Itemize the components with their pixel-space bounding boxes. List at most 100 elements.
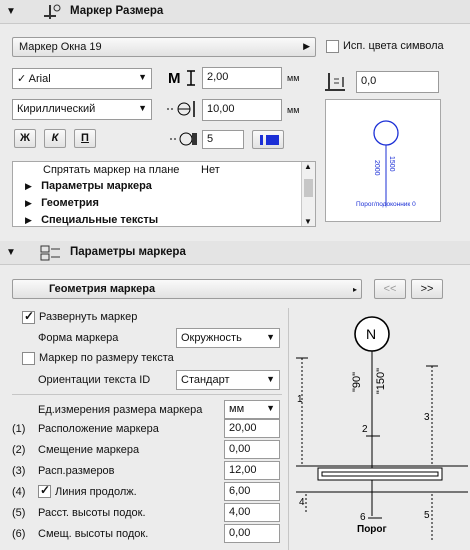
row-label: Линия продолж. <box>55 486 137 498</box>
dim-label: 5 <box>424 510 430 521</box>
leading-unit: мм <box>287 105 300 115</box>
leading-input[interactable]: 10,00 <box>202 99 282 121</box>
bold-button[interactable]: Ж <box>14 129 36 148</box>
row-label: Расп.размеров <box>38 465 115 477</box>
row-input[interactable]: 6,00 <box>224 482 280 501</box>
row-number: (6) <box>12 528 26 540</box>
row-label: Смещ. высоты подок. <box>38 528 149 540</box>
divider <box>12 394 282 395</box>
marker-params-icon <box>40 245 60 261</box>
expand-triangle-icon[interactable]: ▶ <box>25 181 32 191</box>
row-label: Расположение маркера <box>38 423 159 435</box>
extension-line-checkbox[interactable] <box>38 483 51 498</box>
use-symbol-colors-label: Исп. цвета символа <box>343 40 444 52</box>
pen-color-swatch <box>266 135 279 145</box>
chevron-down-icon: ▼ <box>138 72 147 82</box>
marker-preview: 2000 1500 Порог/подоконник 0 <box>325 99 441 222</box>
dim-label: 4 <box>299 497 305 508</box>
text-orientation-dropdown[interactable]: Стандарт ▼ <box>176 370 280 390</box>
text-height-icon: M <box>168 70 195 87</box>
collapse-triangle-icon[interactable]: ▼ <box>6 247 16 258</box>
expand-triangle-icon[interactable]: ▶ <box>25 198 32 208</box>
row-input[interactable]: 4,00 <box>224 503 280 522</box>
scroll-thumb[interactable] <box>304 179 313 197</box>
list-item[interactable]: ▶ Параметры маркера <box>25 180 152 196</box>
row-number: (2) <box>12 444 26 456</box>
svg-text:M: M <box>168 70 181 87</box>
scroll-up-icon[interactable]: ▲ <box>304 162 312 171</box>
row-number: (3) <box>12 465 26 477</box>
italic-button[interactable]: К <box>44 129 66 148</box>
pen-color-button[interactable] <box>252 130 284 149</box>
row-label: Расст. высоты подок. <box>38 507 146 519</box>
diagram-value-2: "150" <box>375 368 387 394</box>
preview-value-2: 1500 <box>388 156 395 172</box>
marker-shape-dropdown[interactable]: Окружность ▼ <box>176 328 280 348</box>
preview-caption: Порог/подоконник 0 <box>356 201 416 208</box>
list-item[interactable]: ▶ Специальные тексты <box>25 214 158 226</box>
font-dropdown[interactable]: ✓ Arial ▼ <box>12 68 152 89</box>
leading-icon <box>167 101 195 117</box>
geometry-diagram: N "90" "150" 1 3 2 4 5 6 Порог <box>296 316 468 540</box>
marker-by-text-checkbox[interactable] <box>22 352 35 365</box>
diagram-caption: Порог <box>357 524 387 535</box>
chevron-right-icon: ▸ <box>352 285 357 294</box>
marker-panel-header[interactable]: ▼ Маркер Размера <box>0 0 470 24</box>
row-input[interactable]: 0,00 <box>224 440 280 459</box>
geometry-dropdown-value: Геометрия маркера <box>49 283 156 295</box>
unit-dropdown[interactable]: мм ▼ <box>224 400 280 419</box>
text-height-input[interactable]: 2,00 <box>202 67 282 89</box>
row-number: (4) <box>12 486 26 498</box>
row-input[interactable]: 0,00 <box>224 524 280 543</box>
preview-value-1: 2000 <box>373 160 380 176</box>
text-orientation-value: Стандарт <box>181 374 230 386</box>
font-value: ✓ Arial <box>17 73 51 85</box>
angle-icon <box>325 73 345 91</box>
dim-label: 1 <box>297 394 303 405</box>
params-panel-title: Параметры маркера <box>70 246 186 258</box>
chevron-down-icon: ▼ <box>266 403 275 413</box>
dim-label: 2 <box>362 424 368 435</box>
params-panel-header[interactable]: ▼ Параметры маркера <box>0 241 470 265</box>
unit-value: мм <box>229 403 245 415</box>
pen-input[interactable]: 5 <box>202 130 244 149</box>
underline-button[interactable]: П <box>74 129 96 148</box>
charset-value: Кириллический <box>17 103 96 115</box>
row-input[interactable]: 12,00 <box>224 461 280 480</box>
vertical-divider <box>288 308 289 550</box>
marker-selector-value: Маркер Окна 19 <box>19 41 102 53</box>
marker-panel-title: Маркер Размера <box>70 5 164 17</box>
dim-label: 3 <box>424 412 430 423</box>
marker-selector[interactable]: Маркер Окна 19 ▶ <box>12 37 316 57</box>
chevron-down-icon: ▼ <box>266 374 275 384</box>
text-orientation-label: Ориентации текста ID <box>38 374 151 386</box>
expand-marker-checkbox[interactable] <box>22 309 35 324</box>
marker-shape-label: Форма маркера <box>38 332 119 344</box>
diagram-symbol: N <box>366 326 376 342</box>
list-item[interactable]: ▶ Геометрия <box>25 197 99 213</box>
unit-label: Ед.измерения размера маркера <box>38 404 203 416</box>
text-height-unit: мм <box>287 73 300 83</box>
row-input[interactable]: 20,00 <box>224 419 280 438</box>
list-item[interactable]: Спрятать маркер на плане <box>43 164 179 180</box>
marker-by-text-label: Маркер по размеру текста <box>39 352 174 364</box>
row-label: Смещение маркера <box>38 444 140 456</box>
use-symbol-colors-checkbox[interactable] <box>326 40 339 53</box>
collapse-triangle-icon[interactable]: ▼ <box>6 6 16 17</box>
diagram-value-1: "90" <box>351 372 363 392</box>
angle-input[interactable]: 0,0 <box>356 71 439 93</box>
geometry-dropdown[interactable]: Геометрия маркера ▸ <box>12 279 362 299</box>
prev-button[interactable]: << <box>374 279 406 299</box>
chevron-right-icon: ▶ <box>303 41 310 51</box>
dim-label: 6 <box>360 512 366 523</box>
chevron-down-icon: ▼ <box>138 103 147 113</box>
pen-icon <box>170 132 197 146</box>
expand-marker-label: Развернуть маркер <box>39 311 138 323</box>
scroll-down-icon[interactable]: ▼ <box>304 217 312 226</box>
expand-triangle-icon[interactable]: ▶ <box>25 215 32 225</box>
params-list[interactable]: Спрятать маркер на плане Нет ▶ Параметры… <box>12 161 316 227</box>
charset-dropdown[interactable]: Кириллический ▼ <box>12 99 152 120</box>
row-number: (1) <box>12 423 26 435</box>
list-scrollbar[interactable]: ▲ ▼ <box>301 162 315 226</box>
next-button[interactable]: >> <box>411 279 443 299</box>
